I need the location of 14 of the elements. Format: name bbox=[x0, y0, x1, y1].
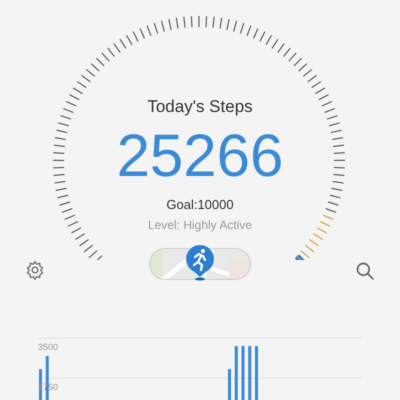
progress-marker bbox=[294, 254, 306, 260]
bar bbox=[248, 346, 252, 400]
bar bbox=[242, 346, 244, 400]
bar bbox=[228, 369, 231, 400]
bar bbox=[234, 346, 238, 400]
bar bbox=[255, 346, 258, 400]
gauge-title: Today's Steps bbox=[147, 96, 253, 118]
activity-level-text: Level: Highly Active bbox=[148, 217, 252, 234]
settings-icon[interactable] bbox=[25, 260, 45, 280]
goal-text: Goal:10000 bbox=[166, 196, 234, 214]
axis-label: 3500 bbox=[38, 342, 58, 352]
step-count: 25266 bbox=[116, 122, 284, 190]
running-pin-icon[interactable] bbox=[184, 243, 216, 281]
search-icon[interactable] bbox=[355, 261, 375, 281]
